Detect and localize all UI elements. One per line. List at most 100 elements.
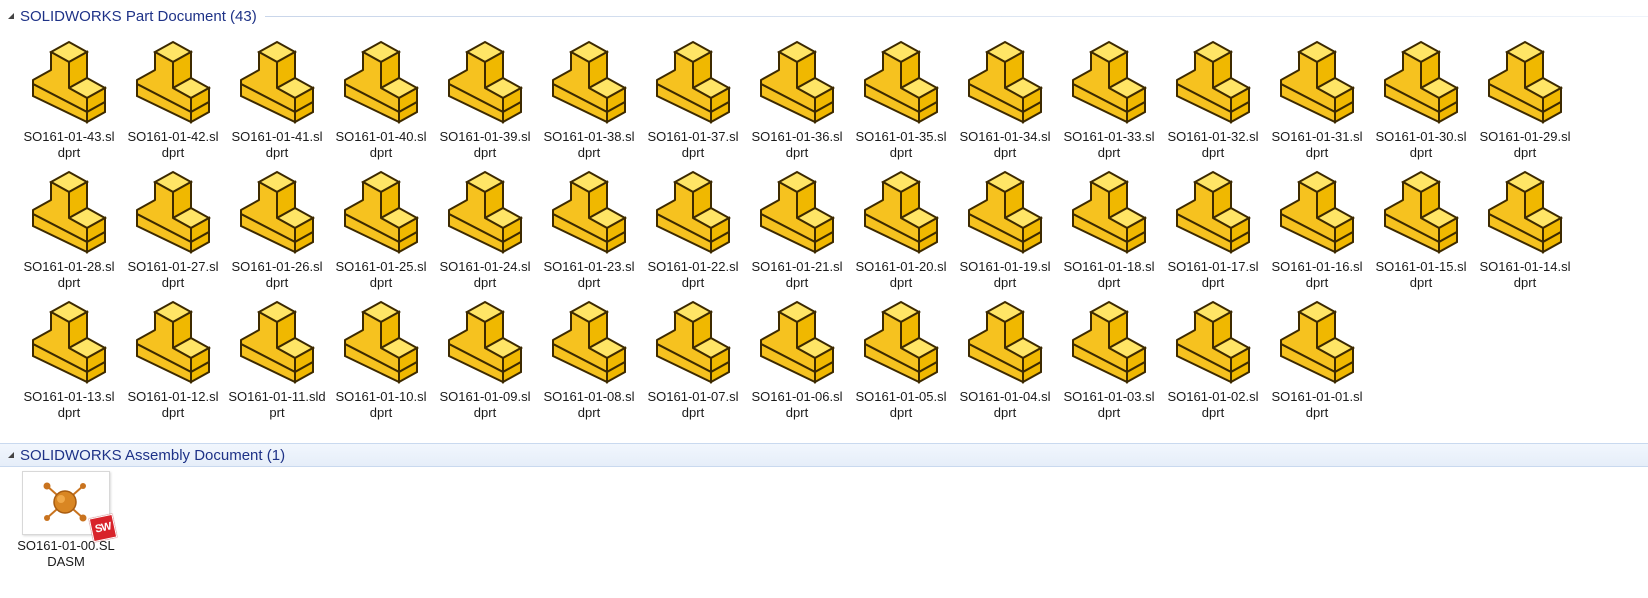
file-item[interactable]: SO161-01-21.sldprt: [745, 161, 849, 291]
solidworks-part-icon: [656, 170, 732, 254]
file-item[interactable]: SO161-01-43.sldprt: [17, 31, 121, 161]
file-item[interactable]: SO161-01-25.sldprt: [329, 161, 433, 291]
file-item[interactable]: SO161-01-28.sldprt: [17, 161, 121, 291]
file-thumbnail: [440, 167, 530, 257]
file-item[interactable]: SO161-01-08.sldprt: [537, 291, 641, 421]
group-divider: [293, 455, 1648, 456]
file-thumbnail: [960, 167, 1050, 257]
file-name: SO161-01-02.sldprt: [1167, 389, 1259, 420]
file-name: SO161-01-11.sldprt: [228, 389, 326, 420]
file-item[interactable]: SO161-01-42.sldprt: [121, 31, 225, 161]
file-item[interactable]: SO161-01-04.sldprt: [953, 291, 1057, 421]
file-item[interactable]: SO161-01-27.sldprt: [121, 161, 225, 291]
file-item[interactable]: SO161-01-01.sldprt: [1265, 291, 1369, 421]
file-thumbnail: [1376, 167, 1466, 257]
file-item[interactable]: SO161-01-26.sldprt: [225, 161, 329, 291]
file-thumbnail: [24, 167, 114, 257]
file-item[interactable]: SO161-01-18.sldprt: [1057, 161, 1161, 291]
group-header-assembly[interactable]: SOLIDWORKS Assembly Document (1): [0, 443, 1648, 467]
file-name: SO161-01-19.sldprt: [959, 259, 1051, 290]
file-item[interactable]: SO161-01-12.sldprt: [121, 291, 225, 421]
file-item[interactable]: SO161-01-34.sldprt: [953, 31, 1057, 161]
file-item[interactable]: SO161-01-29.sldprt: [1473, 31, 1577, 161]
solidworks-part-icon: [968, 300, 1044, 384]
file-thumbnail: [752, 37, 842, 127]
file-item[interactable]: SO161-01-22.sldprt: [641, 161, 745, 291]
file-item[interactable]: SO161-01-41.sldprt: [225, 31, 329, 161]
file-thumbnail: [856, 37, 946, 127]
file-item[interactable]: SW SO161-01-00.SLDASM: [14, 468, 118, 598]
file-thumbnail: [544, 37, 634, 127]
file-name: SO161-01-35.sldprt: [855, 129, 947, 160]
solidworks-part-icon: [240, 300, 316, 384]
file-item[interactable]: SO161-01-16.sldprt: [1265, 161, 1369, 291]
file-thumbnail: [336, 297, 426, 387]
solidworks-part-icon: [1072, 40, 1148, 124]
file-item[interactable]: SO161-01-37.sldprt: [641, 31, 745, 161]
file-thumbnail: [1376, 37, 1466, 127]
file-thumbnail: [1168, 167, 1258, 257]
file-item[interactable]: SO161-01-11.sldprt: [225, 291, 329, 421]
file-item[interactable]: SO161-01-40.sldprt: [329, 31, 433, 161]
file-item[interactable]: SO161-01-35.sldprt: [849, 31, 953, 161]
file-name: SO161-01-29.sldprt: [1479, 129, 1571, 160]
part-file-grid: SO161-01-43.sldprt SO161-01-42.sldprt SO16…: [17, 31, 1577, 421]
file-item[interactable]: SO161-01-07.sldprt: [641, 291, 745, 421]
file-name: SO161-01-14.sldprt: [1479, 259, 1571, 290]
file-name: SO161-01-43.sldprt: [23, 129, 115, 160]
file-item[interactable]: SO161-01-15.sldprt: [1369, 161, 1473, 291]
file-thumbnail: [1064, 167, 1154, 257]
file-name: SO161-01-24.sldprt: [439, 259, 531, 290]
file-item[interactable]: SO161-01-23.sldprt: [537, 161, 641, 291]
file-item[interactable]: SO161-01-09.sldprt: [433, 291, 537, 421]
file-item[interactable]: SO161-01-14.sldprt: [1473, 161, 1577, 291]
file-name: SO161-01-07.sldprt: [647, 389, 739, 420]
file-name: SO161-01-28.sldprt: [23, 259, 115, 290]
file-item[interactable]: SO161-01-10.sldprt: [329, 291, 433, 421]
file-item[interactable]: SO161-01-02.sldprt: [1161, 291, 1265, 421]
file-name: SO161-01-12.sldprt: [127, 389, 219, 420]
collapse-caret-icon[interactable]: [8, 452, 14, 458]
file-thumbnail: [856, 297, 946, 387]
file-item[interactable]: SO161-01-24.sldprt: [433, 161, 537, 291]
file-item[interactable]: SO161-01-30.sldprt: [1369, 31, 1473, 161]
solidworks-part-icon: [448, 170, 524, 254]
file-item[interactable]: SO161-01-17.sldprt: [1161, 161, 1265, 291]
solidworks-assembly-icon: SW: [22, 471, 118, 543]
file-name: SO161-01-03.sldprt: [1063, 389, 1155, 420]
file-name: SO161-01-36.sldprt: [751, 129, 843, 160]
file-name: SO161-01-15.sldprt: [1375, 259, 1467, 290]
file-thumbnail: [1480, 167, 1570, 257]
file-name: SO161-01-18.sldprt: [1063, 259, 1155, 290]
file-item[interactable]: SO161-01-38.sldprt: [537, 31, 641, 161]
file-name: SO161-01-40.sldprt: [335, 129, 427, 160]
file-item[interactable]: SO161-01-33.sldprt: [1057, 31, 1161, 161]
file-item[interactable]: SO161-01-39.sldprt: [433, 31, 537, 161]
file-item[interactable]: SO161-01-36.sldprt: [745, 31, 849, 161]
file-name: SO161-01-42.sldprt: [127, 129, 219, 160]
solidworks-part-icon: [1072, 170, 1148, 254]
file-name: SO161-01-10.sldprt: [335, 389, 427, 420]
file-item[interactable]: SO161-01-13.sldprt: [17, 291, 121, 421]
file-item[interactable]: SO161-01-03.sldprt: [1057, 291, 1161, 421]
group-title-assembly: SOLIDWORKS Assembly Document (1): [20, 446, 286, 464]
assembly-file-grid: SW SO161-01-00.SLDASM: [14, 468, 1574, 574]
file-item[interactable]: SO161-01-20.sldprt: [849, 161, 953, 291]
file-item[interactable]: SO161-01-32.sldprt: [1161, 31, 1265, 161]
file-name: SO161-01-27.sldprt: [127, 259, 219, 290]
file-name: SO161-01-01.sldprt: [1271, 389, 1363, 420]
solidworks-part-icon: [32, 40, 108, 124]
file-thumbnail: [648, 167, 738, 257]
file-thumbnail: [960, 297, 1050, 387]
file-thumbnail: [544, 167, 634, 257]
file-item[interactable]: SO161-01-31.sldprt: [1265, 31, 1369, 161]
collapse-caret-icon[interactable]: [8, 13, 14, 19]
file-item[interactable]: SO161-01-06.sldprt: [745, 291, 849, 421]
solidworks-part-icon: [136, 170, 212, 254]
file-thumbnail: [440, 297, 530, 387]
solidworks-part-icon: [1072, 300, 1148, 384]
group-header-part[interactable]: SOLIDWORKS Part Document (43): [0, 4, 1648, 28]
file-item[interactable]: SO161-01-19.sldprt: [953, 161, 1057, 291]
file-item[interactable]: SO161-01-05.sldprt: [849, 291, 953, 421]
file-name: SO161-01-16.sldprt: [1271, 259, 1363, 290]
